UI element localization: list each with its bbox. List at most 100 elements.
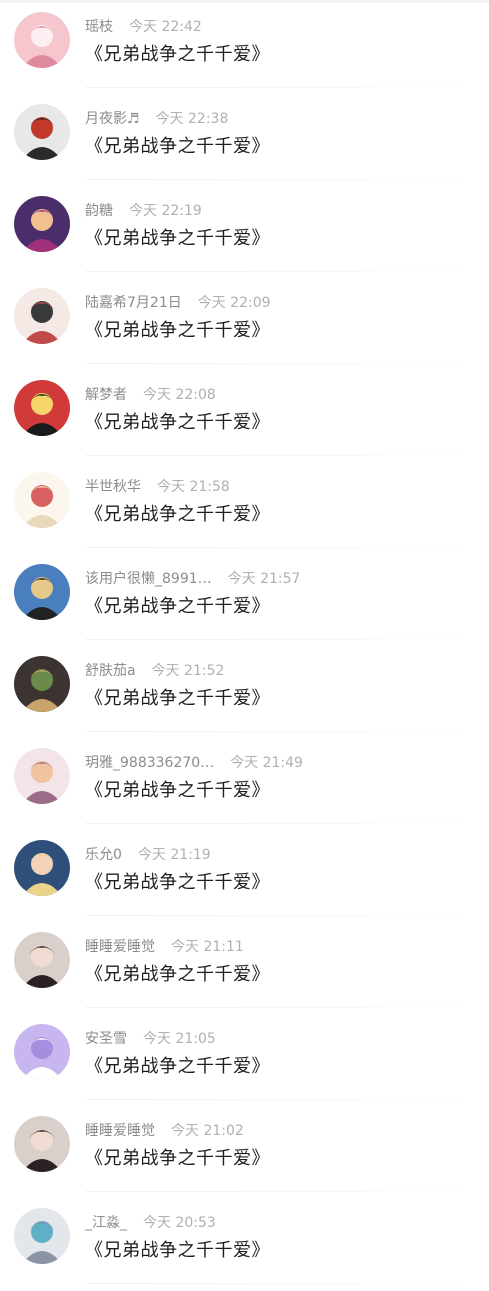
user-name[interactable]: 乐允0 [85,847,122,863]
girl-hand-face-avatar [14,932,70,988]
comment-item[interactable]: 乐允0 今天 21:19 《兄弟战争之千千爱》 [0,831,489,923]
comment-text: 《兄弟战争之千千爱》 [85,228,270,249]
comment-time: 今天 21:11 [171,939,244,955]
user-avatar[interactable] [14,656,70,712]
user-avatar[interactable] [14,104,70,160]
user-name[interactable]: 陆嘉希7月21日 [85,295,182,311]
comment-text: 《兄弟战争之千千爱》 [85,1148,270,1169]
comment-text: 《兄弟战争之千千爱》 [85,688,270,709]
cartoon-boy-dark-avatar [14,656,70,712]
user-name[interactable]: 月夜影♬ [85,111,140,127]
comment-item[interactable]: 月夜影♬ 今天 22:38 《兄弟战争之千千爱》 [0,95,489,187]
item-divider [85,1099,489,1100]
user-name[interactable]: 半世秋华 [85,479,141,495]
anime-girl-silver-hair-avatar [14,1208,70,1264]
comment-item[interactable]: 睡睡爱睡觉 今天 21:02 《兄弟战争之千千爱》 [0,1107,489,1199]
anime-girl-pink-hair-avatar [14,12,70,68]
anime-pair-avatar [14,288,70,344]
user-name[interactable]: 睡睡爱睡觉 [85,939,155,955]
item-divider [85,363,489,364]
comment-meta: 安圣雪 今天 21:05 [85,1028,216,1048]
comment-meta: 解梦者 今天 22:08 [85,384,216,404]
purple-chat-bubble-avatar [14,1024,70,1080]
comment-meta: 睡睡爱睡觉 今天 21:11 [85,936,244,956]
black-cat-red-background-avatar [14,380,70,436]
comment-text: 《兄弟战争之千千爱》 [85,1240,270,1261]
comment-item[interactable]: _江淼_ 今天 20:53 《兄弟战争之千千爱》 [0,1199,489,1291]
comment-item[interactable]: 玥雅_988336270… 今天 21:49 《兄弟战争之千千爱》 [0,739,489,831]
item-divider [85,1007,489,1008]
comment-meta: _江淼_ 今天 20:53 [85,1212,216,1232]
item-divider [85,547,489,548]
girl-purple-background-avatar [14,196,70,252]
user-avatar[interactable] [14,1208,70,1264]
comment-text: 《兄弟战争之千千爱》 [85,412,270,433]
user-name[interactable]: 韵糖 [85,203,113,219]
comment-meta: 乐允0 今天 21:19 [85,844,211,864]
comment-text: 《兄弟战争之千千爱》 [85,872,270,893]
item-divider [85,915,489,916]
item-divider [85,731,489,732]
user-name[interactable]: 该用户很懒_8991… [85,571,212,587]
user-avatar[interactable] [14,1024,70,1080]
comment-item[interactable]: 韵糖 今天 22:19 《兄弟战争之千千爱》 [0,187,489,279]
comment-list: 瑶枝 今天 22:42 《兄弟战争之千千爱》 月夜影♬ 今天 22:38 《兄弟战争之千千… [0,3,489,1291]
user-avatar[interactable] [14,196,70,252]
user-avatar[interactable] [14,380,70,436]
user-avatar[interactable] [14,748,70,804]
comment-meta: 半世秋华 今天 21:58 [85,476,230,496]
user-avatar[interactable] [14,564,70,620]
item-divider [85,1191,489,1192]
comment-item[interactable]: 安圣雪 今天 21:05 《兄弟战争之千千爱》 [0,1015,489,1107]
comment-time: 今天 21:57 [227,571,301,587]
cartoon-dog-avatar [14,472,70,528]
item-divider [85,823,489,824]
comment-time: 今天 22:38 [155,111,229,127]
item-divider [85,1283,489,1284]
user-name[interactable]: 睡睡爱睡觉 [85,1123,155,1139]
comment-time: 今天 20:53 [143,1215,216,1231]
comment-time: 今天 21:49 [230,755,303,771]
comment-meta: 瑶枝 今天 22:42 [85,16,202,36]
user-name[interactable]: 瑶枝 [85,19,113,35]
comment-text: 《兄弟战争之千千爱》 [85,780,270,801]
comment-time: 今天 22:09 [197,295,271,311]
comment-item[interactable]: 该用户很懒_8991… 今天 21:57 《兄弟战争之千千爱》 [0,555,489,647]
user-avatar[interactable] [14,472,70,528]
user-name[interactable]: 玥雅_988336270… [85,755,214,771]
comment-item[interactable]: 舒肤茄a 今天 21:52 《兄弟战争之千千爱》 [0,647,489,739]
comment-meta: 陆嘉希7月21日 今天 22:09 [85,292,271,312]
user-avatar[interactable] [14,288,70,344]
user-name[interactable]: 舒肤茄a [85,663,136,679]
user-name[interactable]: 解梦者 [85,387,127,403]
comment-item[interactable]: 瑶枝 今天 22:42 《兄弟战争之千千爱》 [0,3,489,95]
comment-meta: 玥雅_988336270… 今天 21:49 [85,752,303,772]
comment-time: 今天 21:58 [157,479,230,495]
girl-yellow-dress-avatar [14,840,70,896]
comment-meta: 月夜影♬ 今天 22:38 [85,108,228,128]
comment-item[interactable]: 陆嘉希7月21日 今天 22:09 《兄弟战争之千千爱》 [0,279,489,371]
user-name[interactable]: _江淼_ [85,1215,127,1231]
comment-time: 今天 22:08 [143,387,216,403]
item-divider [85,639,489,640]
comment-item[interactable]: 半世秋华 今天 21:58 《兄弟战争之千千爱》 [0,463,489,555]
comment-text: 《兄弟战争之千千爱》 [85,1056,270,1077]
comment-time: 今天 21:02 [171,1123,244,1139]
comment-text: 《兄弟战争之千千爱》 [85,504,270,525]
anime-boy-white-hair-avatar [14,104,70,160]
comment-text: 《兄弟战争之千千爱》 [85,44,270,65]
item-divider [85,179,489,180]
user-avatar[interactable] [14,1116,70,1172]
comment-time: 今天 21:05 [143,1031,216,1047]
comment-item[interactable]: 解梦者 今天 22:08 《兄弟战争之千千爱》 [0,371,489,463]
comment-time: 今天 21:19 [137,847,211,863]
user-name[interactable]: 安圣雪 [85,1031,127,1047]
user-avatar[interactable] [14,932,70,988]
comment-text: 《兄弟战争之千千爱》 [85,596,270,617]
comment-meta: 该用户很懒_8991… 今天 21:57 [85,568,300,588]
comment-time: 今天 21:52 [151,663,225,679]
comment-time: 今天 22:42 [129,19,202,35]
user-avatar[interactable] [14,840,70,896]
user-avatar[interactable] [14,12,70,68]
comment-item[interactable]: 睡睡爱睡觉 今天 21:11 《兄弟战争之千千爱》 [0,923,489,1015]
